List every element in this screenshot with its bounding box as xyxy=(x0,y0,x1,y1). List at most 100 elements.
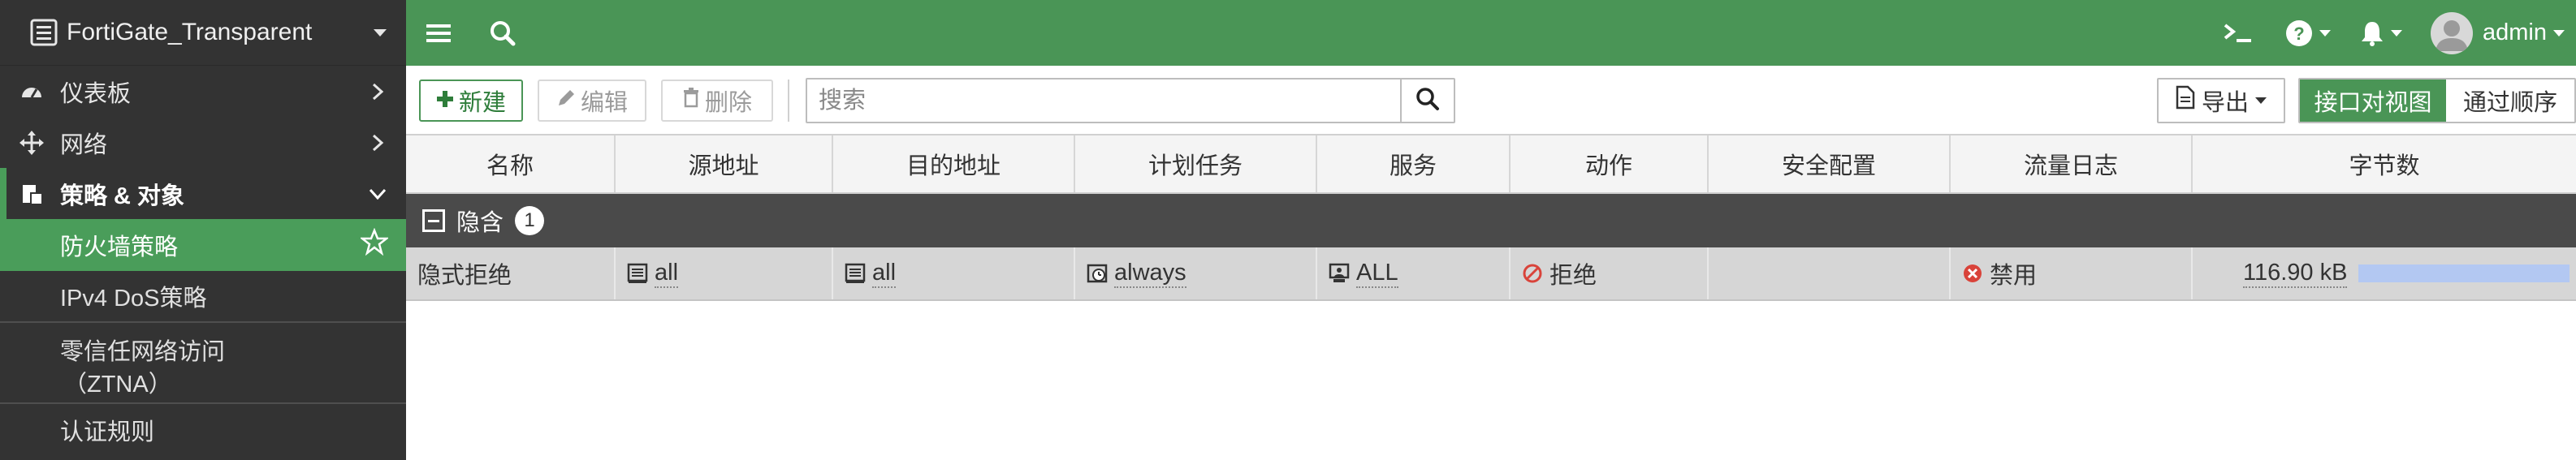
column-header-service[interactable]: 服务 xyxy=(1317,135,1511,192)
sidebar-item-dashboard[interactable]: 仪表板 xyxy=(0,66,406,117)
device-name: FortiGate_Transparent xyxy=(67,19,313,45)
chevron-down-icon xyxy=(374,28,387,37)
export-button-label: 导出 xyxy=(2201,90,2249,116)
sidebar-item-label: IPv4 DoS策略 xyxy=(60,286,207,312)
deny-icon xyxy=(1522,263,1543,284)
sidebar-item-label-line1: 零信任网络访问 xyxy=(60,339,226,365)
delete-button-label: 删除 xyxy=(704,90,752,116)
cell-service: ALL xyxy=(1317,247,1511,299)
group-row-implicit[interactable]: 隐含 1 xyxy=(406,194,2576,247)
sidebar-item-label: 网络 xyxy=(60,131,108,158)
device-icon xyxy=(28,16,60,49)
pencil-icon xyxy=(556,88,576,114)
column-header-destination[interactable]: 目的地址 xyxy=(833,135,1075,192)
search-input[interactable] xyxy=(807,80,1400,122)
column-header-source[interactable]: 源地址 xyxy=(616,135,833,192)
user-menu[interactable]: admin xyxy=(2431,11,2576,54)
edit-button-label: 编辑 xyxy=(580,90,628,116)
policy-icon xyxy=(18,180,45,208)
sidebar-item-network[interactable]: 网络 xyxy=(0,117,406,168)
trash-icon xyxy=(682,87,700,114)
policy-table: 名称 源地址 目的地址 计划任务 服务 动作 安全配置 流量日志 字节数 隐含 … xyxy=(406,135,2576,301)
plus-icon xyxy=(436,88,454,114)
user-name: admin xyxy=(2483,19,2547,45)
star-icon[interactable] xyxy=(359,227,390,262)
toolbar: 新建 编辑 删除 导出 xyxy=(406,66,2576,135)
chevron-right-icon xyxy=(367,81,388,102)
sidebar-item-policy-objects[interactable]: 策略 & 对象 xyxy=(0,168,406,219)
table-header: 名称 源地址 目的地址 计划任务 服务 动作 安全配置 流量日志 字节数 xyxy=(406,135,2576,194)
new-button[interactable]: 新建 xyxy=(419,80,523,122)
top-bar: ? admin xyxy=(406,0,2576,66)
chevron-down-icon xyxy=(2255,97,2267,104)
action-value: 拒绝 xyxy=(1549,263,1597,289)
sidebar-item-label-line2: （ZTNA） xyxy=(63,372,172,398)
sidebar-item-label: 防火墙策略 xyxy=(60,234,179,260)
disabled-x-icon xyxy=(1962,263,1983,284)
service-link[interactable]: ALL xyxy=(1356,260,1398,288)
bell-icon[interactable] xyxy=(2345,0,2418,66)
sidebar-item-auth-rules[interactable]: 认证规则 xyxy=(0,404,406,456)
schedule-clock-icon xyxy=(1087,263,1108,284)
sidebar-item-label: 零信任网络访问 （ZTNA） xyxy=(60,336,388,401)
source-address-link[interactable]: all xyxy=(655,260,679,288)
cell-security-profiles xyxy=(1709,247,1951,299)
svg-text:?: ? xyxy=(2293,24,2304,44)
bytes-bar xyxy=(2358,264,2570,282)
column-header-bytes[interactable]: 字节数 xyxy=(2193,135,2576,192)
table-row[interactable]: 隐式拒绝 all all always ALL 拒绝 禁用 116.90 kB xyxy=(406,247,2576,301)
search-icon xyxy=(1416,87,1440,115)
column-header-name[interactable]: 名称 xyxy=(406,135,616,192)
search-icon[interactable] xyxy=(471,0,534,66)
chevron-down-icon xyxy=(2391,29,2402,37)
column-header-security-profiles[interactable]: 安全配置 xyxy=(1709,135,1951,192)
bytes-value: 116.90 kB xyxy=(2243,260,2348,288)
column-header-schedule[interactable]: 计划任务 xyxy=(1075,135,1317,192)
destination-address-link[interactable]: all xyxy=(872,260,897,288)
cell-log: 禁用 xyxy=(1951,247,2193,299)
export-button[interactable]: 导出 xyxy=(2157,78,2285,123)
search-box xyxy=(806,78,1455,123)
network-arrows-icon xyxy=(18,129,45,157)
group-count-badge: 1 xyxy=(515,206,545,235)
interface-pair-view-button[interactable]: 接口对视图 xyxy=(2300,80,2446,122)
search-button[interactable] xyxy=(1400,80,1454,122)
column-header-action[interactable]: 动作 xyxy=(1511,135,1709,192)
cell-source: all xyxy=(616,247,833,299)
address-icon xyxy=(627,263,648,284)
log-value: 禁用 xyxy=(1990,263,2038,289)
sidebar-item-firewall-policy[interactable]: 防火墙策略 xyxy=(0,219,406,271)
cell-action: 拒绝 xyxy=(1511,247,1709,299)
toolbar-divider xyxy=(788,80,789,122)
sequence-view-button[interactable]: 通过顺序 xyxy=(2446,80,2574,122)
dashboard-icon xyxy=(18,78,45,105)
avatar xyxy=(2431,11,2473,54)
sidebar-item-label: 仪表板 xyxy=(60,80,132,107)
chevron-right-icon xyxy=(367,132,388,153)
edit-button[interactable]: 编辑 xyxy=(538,80,646,122)
new-button-label: 新建 xyxy=(458,90,506,116)
chevron-down-icon xyxy=(2553,29,2565,37)
chevron-down-icon xyxy=(367,183,388,204)
column-header-log[interactable]: 流量日志 xyxy=(1951,135,2193,192)
cell-destination: all xyxy=(833,247,1075,299)
sidebar: FortiGate_Transparent 仪表板 网络 策略 & 对象 防火墙… xyxy=(0,0,406,460)
service-icon xyxy=(1329,263,1350,284)
address-icon xyxy=(845,263,866,284)
delete-button[interactable]: 删除 xyxy=(661,80,773,122)
cell-name: 隐式拒绝 xyxy=(406,247,616,299)
cell-schedule: always xyxy=(1075,247,1317,299)
hamburger-icon[interactable] xyxy=(406,0,471,66)
sidebar-item-ztna[interactable]: 零信任网络访问 （ZTNA） xyxy=(0,323,406,404)
group-label: 隐含 xyxy=(456,210,504,236)
device-selector[interactable]: FortiGate_Transparent xyxy=(0,0,406,66)
document-icon xyxy=(2176,85,2195,116)
help-icon[interactable]: ? xyxy=(2271,0,2345,66)
view-toggle: 接口对视图 通过顺序 xyxy=(2298,78,2576,123)
schedule-link[interactable]: always xyxy=(1114,260,1186,288)
sidebar-item-label: 策略 & 对象 xyxy=(60,183,185,209)
sidebar-item-ipv4-dos-policy[interactable]: IPv4 DoS策略 xyxy=(0,271,406,323)
collapse-icon[interactable] xyxy=(422,209,445,232)
cli-icon[interactable] xyxy=(2205,0,2271,66)
chevron-down-icon xyxy=(2319,29,2331,37)
